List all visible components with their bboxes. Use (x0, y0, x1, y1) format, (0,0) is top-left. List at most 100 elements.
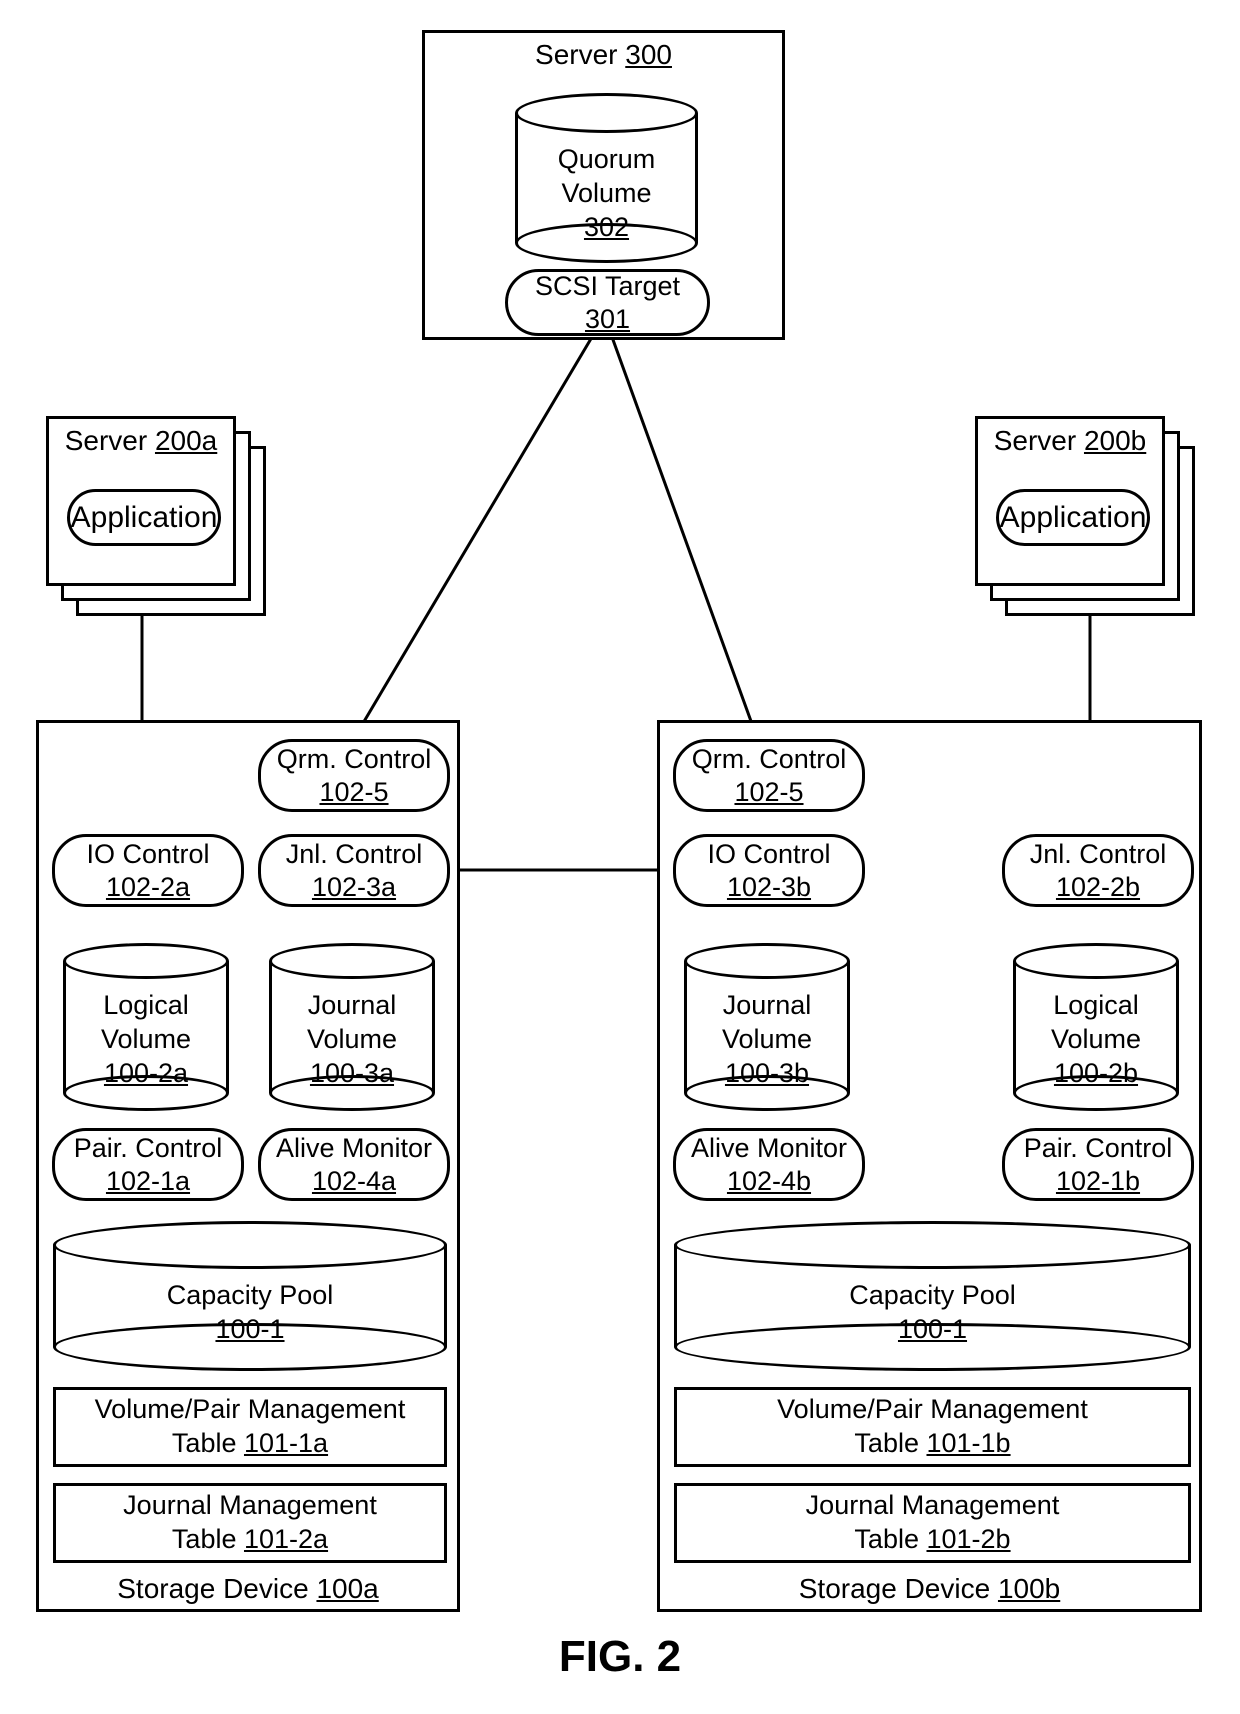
storage-a-jm-table-line1: Journal Management (123, 1489, 377, 1523)
storage-b-alive-monitor-label: Alive Monitor (691, 1132, 847, 1164)
storage-b-capacity-pool-ref: 100-1 (898, 1313, 967, 1347)
server-200a-title: Server 200a (49, 419, 233, 457)
storage-a-pair-control-label: Pair. Control (74, 1132, 223, 1164)
storage-b-capacity-pool-cyl: Capacity Pool 100-1 (674, 1221, 1191, 1371)
storage-b-jm-table-rect: Journal Management Table 101-2b (674, 1483, 1191, 1563)
storage-a-qrm-control-label: Qrm. Control (277, 743, 432, 775)
storage-a-footer-ref: 100a (316, 1573, 378, 1604)
storage-a-journal-volume-cyl: Journal Volume 100-3a (269, 943, 435, 1111)
storage-b-logical-vol-ref: 100-2b (1054, 1057, 1138, 1091)
scsi-target-ref: 301 (585, 303, 630, 335)
storage-a-jnl-control-pill: Jnl. Control 102-3a (258, 834, 450, 907)
storage-device-b-box: Qrm. Control 102-5 IO Control 102-3b Jnl… (657, 720, 1202, 1612)
server-300-title: Server 300 (425, 33, 782, 71)
storage-a-journal-vol-line2: Volume (307, 1024, 397, 1054)
storage-a-vpm-table-line1: Volume/Pair Management (95, 1393, 406, 1427)
storage-a-io-control-pill: IO Control 102-2a (52, 834, 244, 907)
storage-a-qrm-control-ref: 102-5 (319, 776, 388, 808)
storage-a-logical-vol-line2: Volume (101, 1024, 191, 1054)
storage-a-qrm-control-pill: Qrm. Control 102-5 (258, 739, 450, 812)
storage-b-logical-vol-line1: Logical (1053, 990, 1139, 1020)
storage-b-pair-control-pill: Pair. Control 102-1b (1002, 1128, 1194, 1201)
storage-a-alive-monitor-label: Alive Monitor (276, 1132, 432, 1164)
storage-b-io-control-ref: 102-3b (727, 871, 811, 903)
storage-b-logical-vol-line2: Volume (1051, 1024, 1141, 1054)
storage-b-alive-monitor-pill: Alive Monitor 102-4b (673, 1128, 865, 1201)
storage-a-vpm-table-line2-prefix: Table (172, 1428, 237, 1458)
storage-b-alive-monitor-ref: 102-4b (727, 1165, 811, 1197)
server-300-box: Server 300 Quorum Volume 302 SCSI Target… (422, 30, 785, 340)
quorum-volume-ref: 302 (584, 211, 629, 245)
quorum-volume-cylinder: Quorum Volume 302 (515, 93, 698, 263)
storage-a-jm-table-ref: 101-2a (244, 1524, 328, 1554)
storage-b-io-control-pill: IO Control 102-3b (673, 834, 865, 907)
storage-b-pair-control-label: Pair. Control (1024, 1132, 1173, 1164)
storage-b-footer-ref: 100b (998, 1573, 1060, 1604)
storage-a-pair-control-pill: Pair. Control 102-1a (52, 1128, 244, 1201)
server-200a-ref: 200a (155, 425, 217, 456)
storage-b-qrm-control-pill: Qrm. Control 102-5 (673, 739, 865, 812)
storage-b-vpm-table-ref: 101-1b (926, 1428, 1010, 1458)
scsi-target-label: SCSI Target (535, 270, 680, 302)
storage-b-vpm-table-rect: Volume/Pair Management Table 101-1b (674, 1387, 1191, 1467)
storage-device-a-box: Qrm. Control 102-5 IO Control 102-2a Jnl… (36, 720, 460, 1612)
storage-a-alive-monitor-ref: 102-4a (312, 1165, 396, 1197)
storage-b-jnl-control-ref: 102-2b (1056, 871, 1140, 903)
storage-a-footer: Storage Device 100a (39, 1573, 457, 1605)
storage-b-footer-prefix: Storage Device (799, 1573, 990, 1604)
figure-caption: FIG. 2 (0, 1632, 1240, 1682)
storage-a-capacity-pool-ref: 100-1 (215, 1313, 284, 1347)
storage-a-io-control-ref: 102-2a (106, 871, 190, 903)
storage-a-jnl-control-ref: 102-3a (312, 871, 396, 903)
server-200a-application-label: Application (71, 500, 218, 536)
storage-b-io-control-label: IO Control (707, 838, 830, 870)
storage-b-journal-volume-cyl: Journal Volume 100-3b (684, 943, 850, 1111)
storage-a-vpm-table-rect: Volume/Pair Management Table 101-1a (53, 1387, 447, 1467)
server-300-ref: 300 (625, 39, 672, 70)
storage-a-jm-table-line2-prefix: Table (172, 1524, 237, 1554)
quorum-volume-line1: Quorum (558, 144, 656, 174)
server-200a-stack: Server 200a Application (46, 416, 266, 616)
storage-b-jm-table-line2-prefix: Table (854, 1524, 919, 1554)
storage-a-journal-vol-ref: 100-3a (310, 1057, 394, 1091)
storage-a-capacity-pool-cyl: Capacity Pool 100-1 (53, 1221, 447, 1371)
storage-a-logical-volume-cyl: Logical Volume 100-2a (63, 943, 229, 1111)
server-200b-stack: Server 200b Application (975, 416, 1195, 616)
server-300-title-prefix: Server (535, 39, 617, 70)
storage-b-vpm-table-line2-prefix: Table (854, 1428, 919, 1458)
storage-b-qrm-control-label: Qrm. Control (692, 743, 847, 775)
server-200b-application-label: Application (1000, 500, 1147, 536)
storage-a-pair-control-ref: 102-1a (106, 1165, 190, 1197)
storage-a-vpm-table-ref: 101-1a (244, 1428, 328, 1458)
storage-b-jm-table-line1: Journal Management (806, 1489, 1060, 1523)
storage-b-qrm-control-ref: 102-5 (734, 776, 803, 808)
storage-b-jnl-control-label: Jnl. Control (1030, 838, 1167, 870)
storage-b-pair-control-ref: 102-1b (1056, 1165, 1140, 1197)
server-200a-title-prefix: Server (65, 425, 147, 456)
storage-a-capacity-pool-label: Capacity Pool (167, 1280, 334, 1310)
quorum-volume-line2: Volume (561, 178, 651, 208)
storage-b-journal-vol-line1: Journal (723, 990, 812, 1020)
storage-b-logical-volume-cyl: Logical Volume 100-2b (1013, 943, 1179, 1111)
server-200b-ref: 200b (1084, 425, 1146, 456)
server-200b-title: Server 200b (978, 419, 1162, 457)
storage-b-journal-vol-ref: 100-3b (725, 1057, 809, 1091)
server-200a-application-pill: Application (67, 489, 221, 546)
storage-b-jm-table-ref: 101-2b (926, 1524, 1010, 1554)
server-200b-title-prefix: Server (994, 425, 1076, 456)
storage-b-vpm-table-line1: Volume/Pair Management (777, 1393, 1088, 1427)
scsi-target-pill: SCSI Target 301 (505, 269, 710, 336)
storage-b-footer: Storage Device 100b (660, 1573, 1199, 1605)
storage-a-alive-monitor-pill: Alive Monitor 102-4a (258, 1128, 450, 1201)
storage-a-logical-vol-ref: 100-2a (104, 1057, 188, 1091)
storage-b-journal-vol-line2: Volume (722, 1024, 812, 1054)
storage-a-footer-prefix: Storage Device (117, 1573, 308, 1604)
storage-a-jm-table-rect: Journal Management Table 101-2a (53, 1483, 447, 1563)
storage-b-jnl-control-pill: Jnl. Control 102-2b (1002, 834, 1194, 907)
server-200b-application-pill: Application (996, 489, 1150, 546)
storage-a-jnl-control-label: Jnl. Control (286, 838, 423, 870)
storage-b-capacity-pool-label: Capacity Pool (849, 1280, 1016, 1310)
storage-a-io-control-label: IO Control (86, 838, 209, 870)
storage-a-logical-vol-line1: Logical (103, 990, 189, 1020)
storage-a-journal-vol-line1: Journal (308, 990, 397, 1020)
